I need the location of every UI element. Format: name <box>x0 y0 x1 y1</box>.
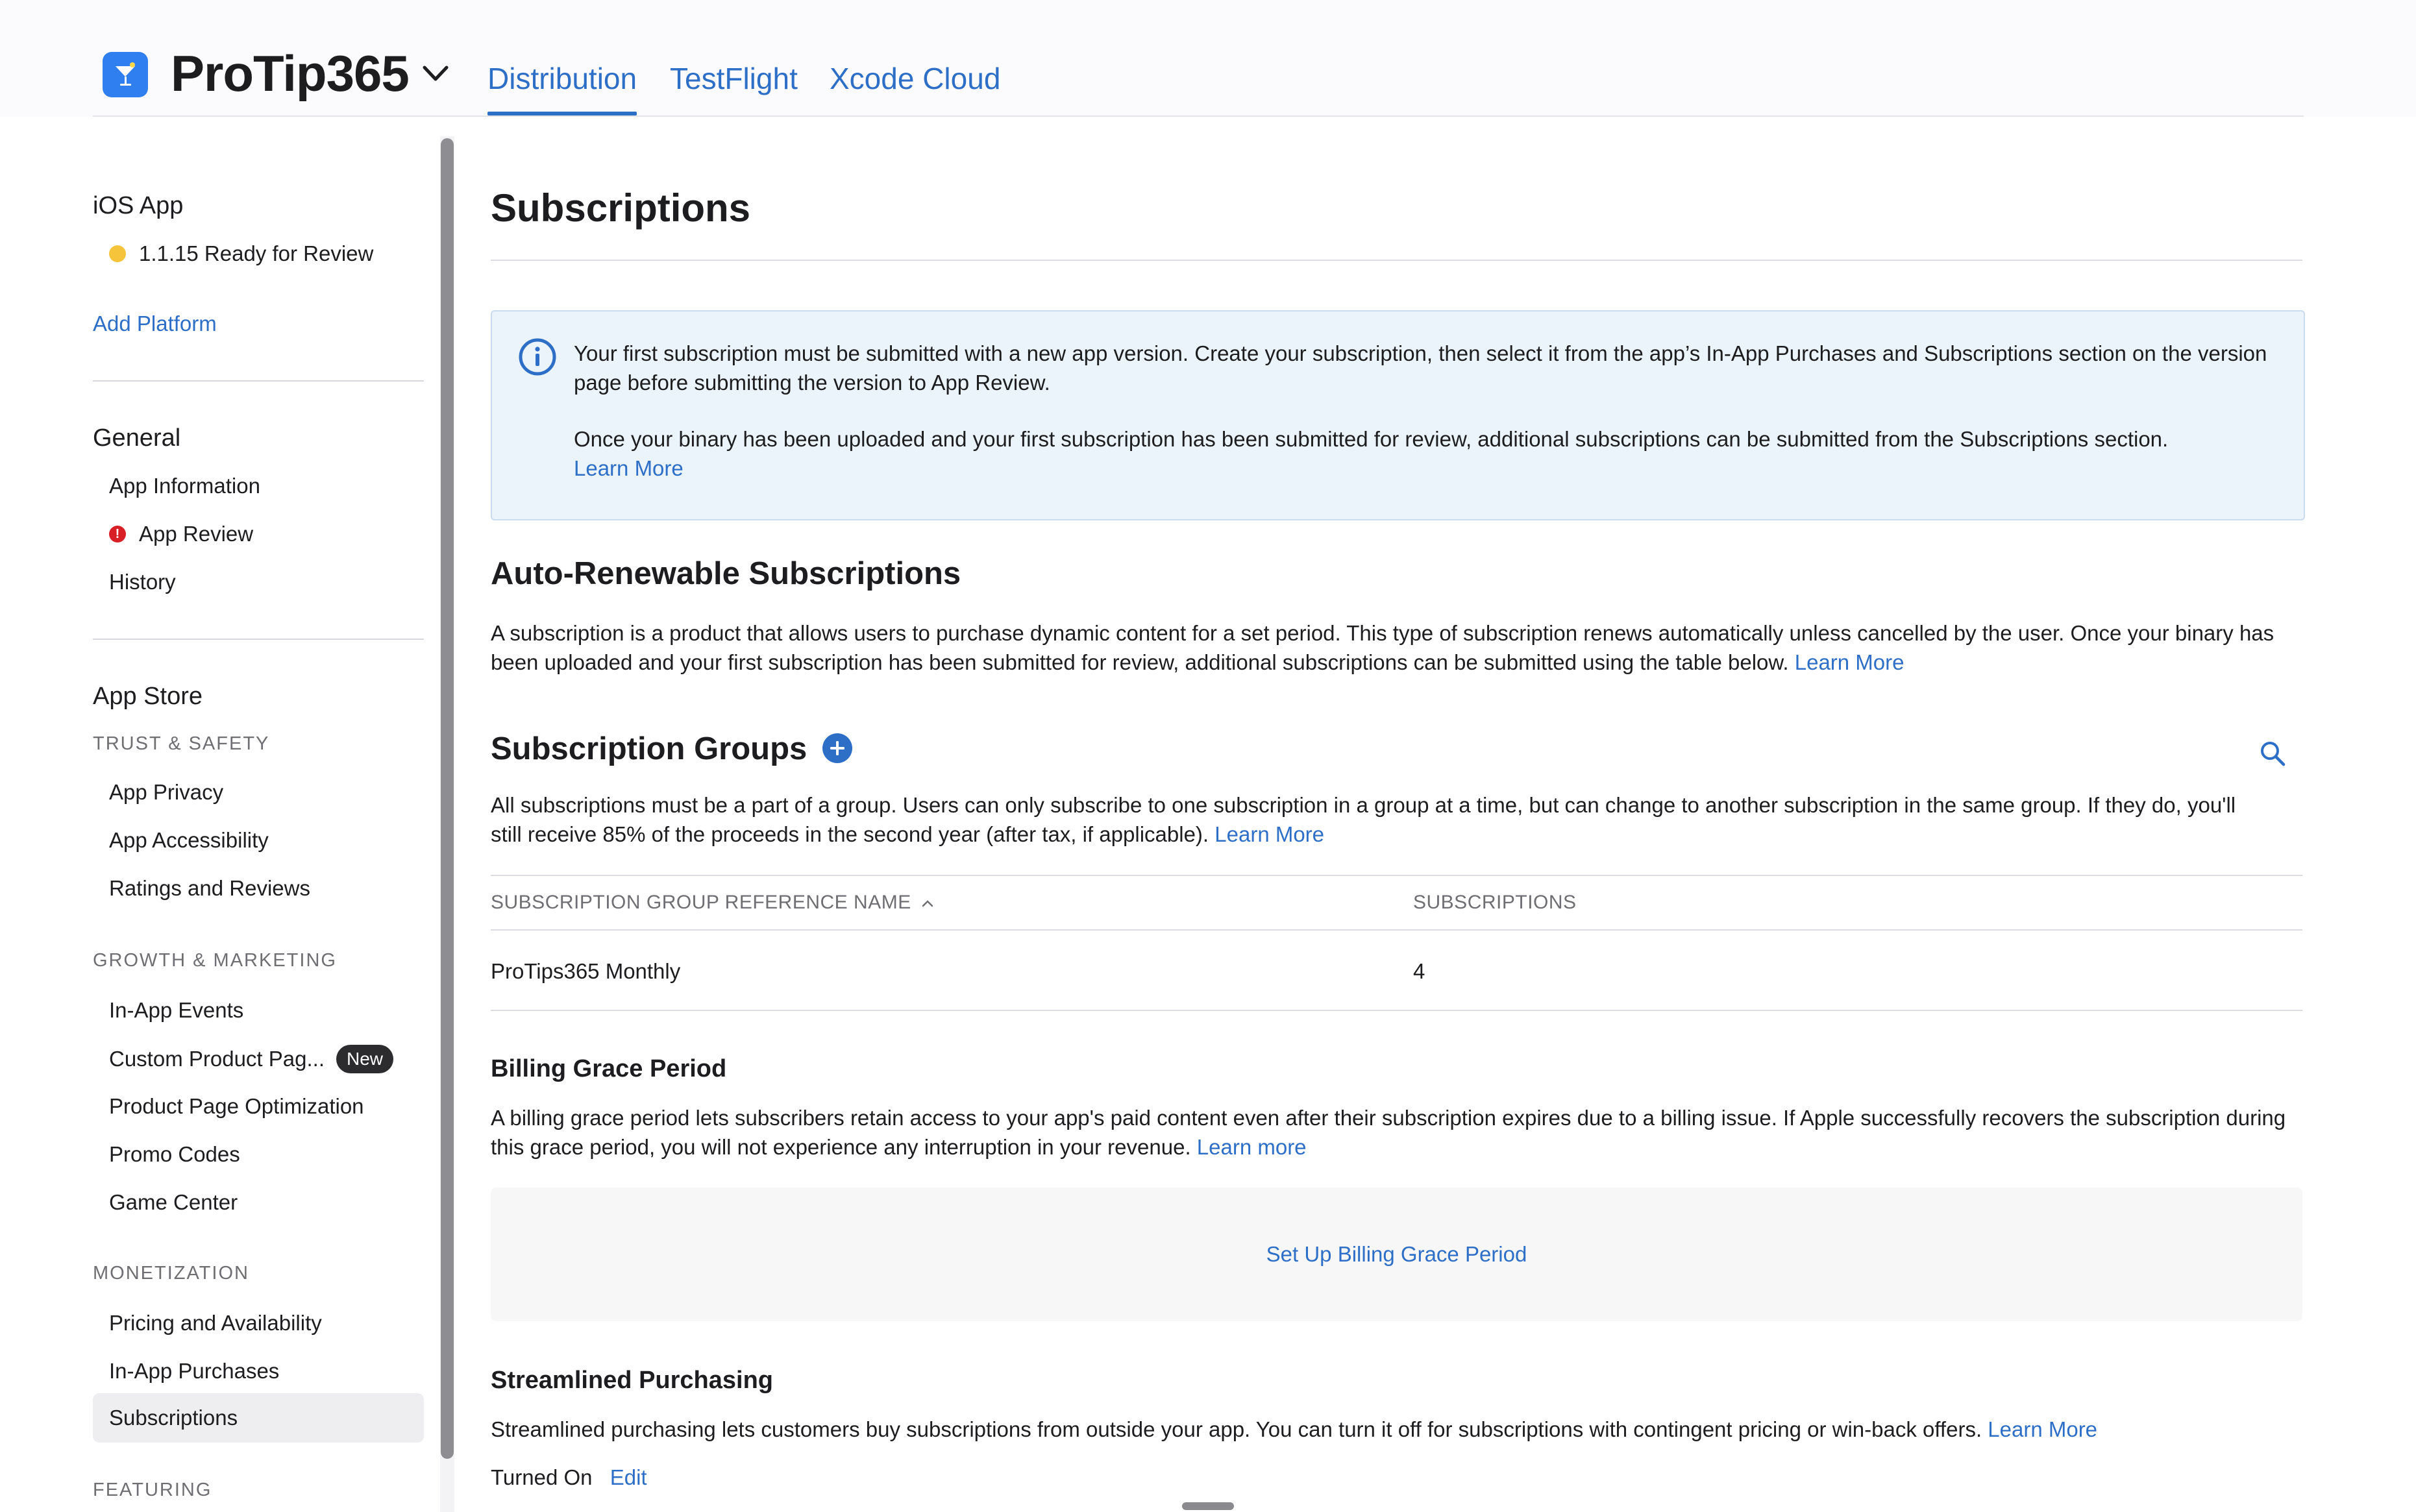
sidebar-item-app-information[interactable]: App Information <box>109 474 260 498</box>
plus-icon <box>830 741 844 755</box>
sidebar-heading-app-store: App Store <box>93 683 203 710</box>
table-bottom-border <box>491 1010 2302 1011</box>
sidebar-item-history[interactable]: History <box>109 570 176 594</box>
sidebar-item-pricing-availability[interactable]: Pricing and Availability <box>109 1311 322 1335</box>
billing-grace-setup-panel: Set Up Billing Grace Period <box>491 1188 2302 1321</box>
auto-renewable-heading: Auto-Renewable Subscriptions <box>491 556 961 591</box>
info-paragraph: Your first subscription must be submitte… <box>574 341 2267 395</box>
sidebar-heading-general: General <box>93 424 181 452</box>
sidebar-item-app-review[interactable]: ! App Review <box>109 522 253 546</box>
column-header-group-name[interactable]: SUBSCRIPTION GROUP REFERENCE NAME <box>491 892 934 914</box>
table-top-border <box>491 875 2302 876</box>
info-paragraph: Once your binary has been uploaded and y… <box>574 427 2169 451</box>
streamlined-purchasing-heading: Streamlined Purchasing <box>491 1367 774 1394</box>
sidebar-scrollbar-thumb[interactable] <box>441 138 454 1459</box>
sidebar-item-version[interactable]: 1.1.15 Ready for Review <box>109 241 373 266</box>
learn-more-link[interactable]: Learn More <box>1988 1417 2097 1441</box>
sidebar-item-label: Custom Product Pag... <box>109 1047 325 1071</box>
new-badge: New <box>336 1045 393 1073</box>
column-header-subscriptions[interactable]: SUBSCRIPTIONS <box>1413 892 1577 914</box>
sidebar-category-growth-marketing: GROWTH & MARKETING <box>93 950 337 971</box>
billing-grace-description: A billing grace period lets subscribers … <box>491 1103 2302 1162</box>
sidebar-item-game-center[interactable]: Game Center <box>109 1190 238 1215</box>
sidebar-divider <box>93 380 424 382</box>
sidebar-item-ratings-reviews[interactable]: Ratings and Reviews <box>109 876 310 901</box>
sidebar-divider <box>93 639 424 640</box>
billing-grace-heading: Billing Grace Period <box>491 1055 727 1082</box>
sidebar-category-trust-safety: TRUST & SAFETY <box>93 733 270 754</box>
description-text: A billing grace period lets subscribers … <box>491 1106 2286 1159</box>
description-text: All subscriptions must be a part of a gr… <box>491 793 2236 846</box>
streamlined-status-row: Turned On Edit <box>491 1463 2302 1492</box>
learn-more-link[interactable]: Learn More <box>1795 650 1904 674</box>
sidebar-item-promo-codes[interactable]: Promo Codes <box>109 1142 240 1167</box>
title-divider <box>491 260 2302 261</box>
tab-distribution[interactable]: Distribution <box>487 61 637 116</box>
alert-icon: ! <box>109 526 126 543</box>
sidebar-item-subscriptions[interactable]: Subscriptions <box>109 1406 238 1430</box>
tab-testflight[interactable]: TestFlight <box>670 61 798 96</box>
cocktail-icon <box>116 62 135 86</box>
sort-ascending-icon <box>922 900 933 907</box>
add-group-button[interactable] <box>822 733 852 763</box>
learn-more-link[interactable]: Learn more <box>1197 1135 1307 1159</box>
header-divider <box>93 116 2304 117</box>
sidebar-item-label: 1.1.15 Ready for Review <box>139 241 374 265</box>
sidebar-item-product-page-optimization[interactable]: Product Page Optimization <box>109 1094 364 1119</box>
setup-billing-grace-button[interactable]: Set Up Billing Grace Period <box>1266 1242 1527 1267</box>
subscription-groups-description: All subscriptions must be a part of a gr… <box>491 790 2243 849</box>
group-name-link[interactable]: ProTips365 Monthly <box>491 959 680 984</box>
search-icon[interactable] <box>2259 740 2286 767</box>
streamlined-status: Turned On <box>491 1465 593 1489</box>
learn-more-link[interactable]: Learn More <box>574 456 684 480</box>
edit-link[interactable]: Edit <box>610 1465 647 1489</box>
add-platform-link[interactable]: Add Platform <box>93 311 217 336</box>
chevron-down-icon[interactable] <box>421 62 450 86</box>
streamlined-purchasing-description: Streamlined purchasing lets customers bu… <box>491 1415 2302 1444</box>
sidebar-item-in-app-events[interactable]: In-App Events <box>109 998 243 1023</box>
table-header-divider <box>491 929 2302 931</box>
bottom-scroll-handle[interactable] <box>1182 1502 1234 1510</box>
sidebar-heading-ios-app: iOS App <box>93 192 184 219</box>
learn-more-link[interactable]: Learn More <box>1214 822 1324 846</box>
sidebar-item-app-accessibility[interactable]: App Accessibility <box>109 828 269 853</box>
top-header: ProTip365 Distribution TestFlight Xcode … <box>0 0 2416 117</box>
sidebar-category-featuring: FEATURING <box>93 1480 212 1500</box>
info-icon <box>519 338 556 376</box>
sidebar-item-custom-product-pages[interactable]: Custom Product Pag... New <box>109 1045 393 1073</box>
app-name[interactable]: ProTip365 <box>171 44 410 103</box>
tab-xcode-cloud[interactable]: Xcode Cloud <box>830 61 1000 96</box>
app-icon[interactable] <box>103 52 148 97</box>
subscription-groups-heading: Subscription Groups <box>491 731 807 766</box>
subscription-count: 4 <box>1413 959 1425 983</box>
page-title: Subscriptions <box>491 186 751 230</box>
pending-status-icon <box>109 245 126 262</box>
info-text: Your first subscription must be submitte… <box>574 339 2281 483</box>
sidebar-item-app-privacy[interactable]: App Privacy <box>109 780 223 805</box>
description-text: A subscription is a product that allows … <box>491 621 2274 674</box>
sidebar-item-label: App Review <box>139 522 254 546</box>
auto-renewable-description: A subscription is a product that allows … <box>491 618 2302 677</box>
info-banner: Your first subscription must be submitte… <box>491 310 2305 520</box>
description-text: Streamlined purchasing lets customers bu… <box>491 1417 1982 1441</box>
sidebar-item-in-app-purchases[interactable]: In-App Purchases <box>109 1359 279 1384</box>
sidebar-category-monetization: MONETIZATION <box>93 1263 249 1284</box>
